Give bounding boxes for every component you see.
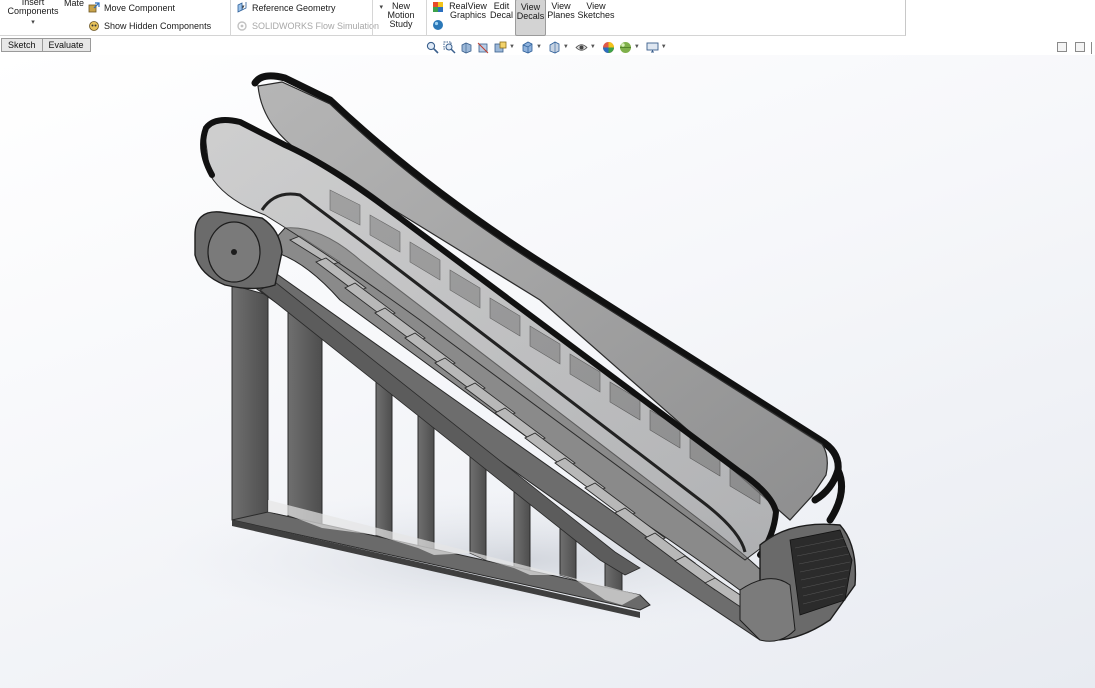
edit-decal-button[interactable]: Edit Decal [489, 2, 514, 20]
view-planes-button[interactable]: View Planes [547, 2, 575, 20]
chevron-down-icon[interactable]: ▼ [661, 44, 667, 50]
graphics-viewport[interactable] [0, 55, 1095, 688]
command-manager-tabs: Sketch Evaluate [1, 38, 91, 52]
section-view-icon[interactable] [477, 41, 490, 54]
tab-sketch[interactable]: Sketch [1, 38, 43, 52]
tab-evaluate[interactable]: Evaluate [41, 38, 91, 52]
ribbon-separator [426, 0, 427, 36]
dynamic-annotation-icon[interactable] [494, 41, 507, 54]
realview-graphics-label: RealView Graphics [449, 1, 487, 20]
realview-icon[interactable] [432, 1, 444, 13]
flow-simulation-button[interactable]: SOLIDWORKS Flow Simulation [236, 20, 379, 32]
ribbon-separator [230, 0, 231, 36]
insert-components-button[interactable]: Insert Components ▾ [6, 0, 60, 27]
panel-collapse-left-icon[interactable] [1057, 42, 1067, 52]
chevron-down-icon[interactable]: ▾ [31, 18, 35, 27]
panel-resize-handle[interactable] [1091, 42, 1094, 54]
chevron-down-icon[interactable]: ▼ [563, 44, 569, 50]
mate-button[interactable]: Mate [62, 0, 86, 8]
view-decals-label: View Decals [516, 2, 545, 21]
display-style-icon[interactable] [548, 41, 561, 54]
apply-scene-icon[interactable] [619, 41, 632, 54]
reference-geometry-label: Reference Geometry [252, 3, 336, 13]
chevron-down-icon[interactable]: ▼ [590, 44, 596, 50]
heads-up-view-toolbar: ▼ ▼ ▼ ▼ ▼ ▼ [426, 40, 669, 54]
view-planes-label: View Planes [547, 1, 575, 20]
view-settings-icon[interactable] [646, 41, 659, 54]
view-orientation-icon[interactable] [521, 41, 534, 54]
upper-drive-drum [194, 211, 283, 290]
show-hidden-components-icon [88, 20, 100, 32]
view-decals-button[interactable]: View Decals [515, 0, 546, 36]
move-component-button[interactable]: Move Component ▾ [88, 2, 245, 14]
reference-geometry-button[interactable]: Reference Geometry ▾ [236, 2, 383, 14]
show-hidden-components-button[interactable]: Show Hidden Components [88, 20, 211, 32]
edit-decal-label: Edit Decal [489, 1, 513, 20]
flow-simulation-icon [236, 20, 248, 32]
move-component-icon [88, 2, 100, 14]
mate-label: Mate [63, 0, 84, 8]
new-motion-study-button[interactable]: New Motion Study [380, 2, 422, 29]
zoom-to-area-icon[interactable] [443, 41, 456, 54]
insert-components-label: Insert Components [7, 0, 59, 16]
chevron-down-icon[interactable]: ▼ [634, 44, 640, 50]
zoom-to-fit-icon[interactable] [426, 41, 439, 54]
edit-appearance-icon[interactable] [602, 41, 615, 54]
panel-collapse-right-icon[interactable] [1075, 42, 1085, 52]
reference-geometry-icon [236, 2, 248, 14]
view-sketches-label: View Sketches [577, 1, 615, 20]
move-component-label: Move Component [104, 3, 176, 13]
scene-sphere-icon[interactable] [432, 19, 444, 31]
hide-show-items-icon[interactable] [575, 41, 588, 54]
ribbon-separator [372, 0, 373, 36]
previous-view-icon[interactable] [460, 41, 473, 54]
command-manager-ribbon: Insert Components ▾ Mate Move Component … [0, 0, 906, 36]
chevron-down-icon[interactable]: ▼ [536, 44, 542, 50]
show-hidden-components-label: Show Hidden Components [104, 21, 212, 31]
view-sketches-button[interactable]: View Sketches [577, 2, 615, 20]
escalator-model[interactable] [0, 55, 1095, 688]
realview-graphics-button[interactable]: RealView Graphics [448, 2, 488, 20]
chevron-down-icon[interactable]: ▼ [509, 44, 515, 50]
flow-simulation-label: SOLIDWORKS Flow Simulation [252, 21, 380, 31]
new-motion-study-label: New Motion Study [387, 1, 415, 29]
